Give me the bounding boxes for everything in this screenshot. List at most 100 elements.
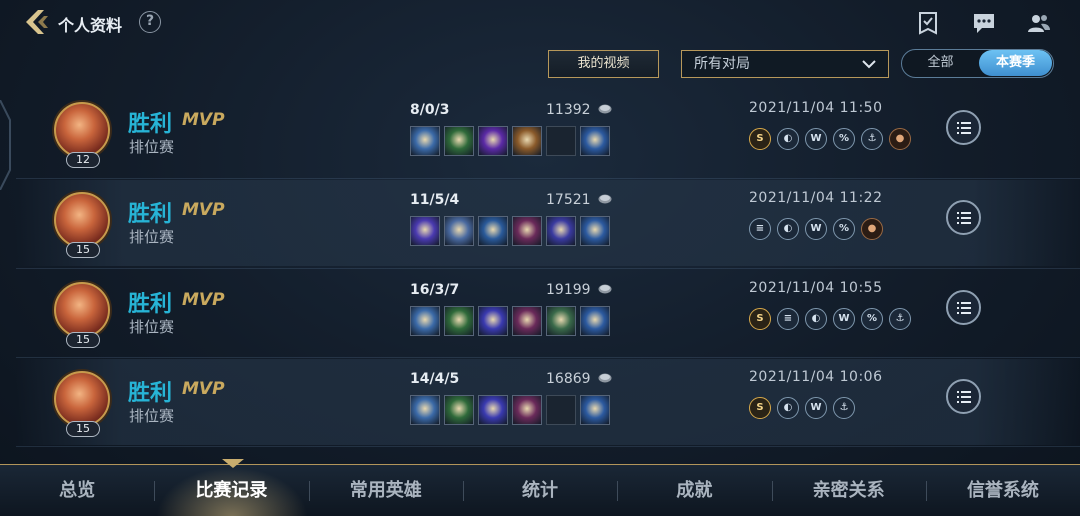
match-time: 2021/11/04 11:50 [749,100,883,116]
achievement-badge-icon: W [833,308,855,330]
achievement-badge-icon: % [833,218,855,240]
hero-level: 15 [66,242,100,258]
achievement-badge-icon: % [861,308,883,330]
tab-2[interactable]: 常用英雄 [309,465,463,516]
gold-amount: 17521 [546,192,591,208]
empty-item-slot [546,395,576,425]
gold-coin-icon [598,284,612,294]
hero-level: 15 [66,421,100,437]
match-mode: 排位赛 [129,407,175,425]
achievement-badge-icon: ◐ [805,308,827,330]
item-slot[interactable] [410,395,440,425]
item-slot[interactable] [512,126,542,156]
my-videos-button[interactable]: 我的视频 [548,50,659,78]
item-slot[interactable] [580,395,610,425]
item-slot[interactable] [410,126,440,156]
match-detail-button[interactable] [946,379,981,414]
achievement-badge-icon: S [749,128,771,150]
item-slot[interactable] [444,126,474,156]
match-mode: 排位赛 [129,138,175,156]
item-slot[interactable] [512,306,542,336]
tab-1[interactable]: 比赛记录 [154,465,308,516]
match-result: 胜利 [128,112,173,137]
hero-avatar[interactable] [54,192,110,248]
match-row[interactable]: 15 胜利 MVP 排位赛 14/4/5 16869 2021/11/04 10… [16,359,1080,445]
item-slot[interactable] [410,306,440,336]
hero-level: 12 [66,152,100,168]
match-detail-button[interactable] [946,110,981,145]
achievement-badge-icon: W [805,397,827,419]
friends-icon[interactable] [1027,11,1051,35]
segment-all[interactable]: 全部 [902,50,979,76]
back-arrow-icon[interactable] [24,8,50,36]
match-type-value: 所有对局 [694,56,750,72]
equipment-items [410,216,620,248]
segment-this-season[interactable]: 本赛季 [979,50,1052,76]
equipment-items [410,306,620,338]
gold-amount: 19199 [546,282,591,298]
item-slot[interactable] [546,306,576,336]
gold-amount: 11392 [546,102,591,118]
match-type-select[interactable]: 所有对局 [681,50,889,78]
tab-5[interactable]: 亲密关系 [772,465,926,516]
match-row[interactable]: 12 胜利 MVP 排位赛 8/0/3 11392 2021/11/04 11:… [16,90,1080,176]
achievement-badge-icon: ⚓ [861,128,883,150]
achievement-badge-icon: ⚓ [889,308,911,330]
item-slot[interactable] [580,216,610,246]
achievement-badge-icon: W [805,128,827,150]
item-slot[interactable] [444,395,474,425]
achievement-badge-icon: ● [861,218,883,240]
gold-coin-icon [598,104,612,114]
item-slot[interactable] [512,216,542,246]
achievement-badge-icon: ≡ [777,308,799,330]
tasks-icon[interactable] [916,11,940,35]
hero-avatar[interactable] [54,102,110,158]
tab-6[interactable]: 信誉系统 [926,465,1080,516]
match-detail-button[interactable] [946,200,981,235]
kda: 16/3/7 [410,282,460,298]
item-slot[interactable] [478,126,508,156]
tab-separator [462,481,464,501]
hero-avatar[interactable] [54,282,110,338]
match-row[interactable]: 15 胜利 MVP 排位赛 16/3/7 19199 2021/11/04 10… [16,270,1080,356]
empty-item-slot [546,126,576,156]
item-slot[interactable] [580,306,610,336]
match-detail-button[interactable] [946,290,981,325]
page-title: 个人资料 [58,16,123,35]
kda: 11/5/4 [410,192,460,208]
tab-3[interactable]: 统计 [463,465,617,516]
hero-avatar[interactable] [54,371,110,427]
match-time: 2021/11/04 11:22 [749,190,883,206]
item-slot[interactable] [444,216,474,246]
match-row[interactable]: 15 胜利 MVP 排位赛 11/5/4 17521 2021/11/04 11… [16,180,1080,266]
bottom-tab-bar: 总览 比赛记录 常用英雄 统计 成就 亲密关系 信誉系统 [0,459,1080,516]
item-slot[interactable] [478,216,508,246]
item-slot[interactable] [580,126,610,156]
item-slot[interactable] [478,306,508,336]
item-slot[interactable] [512,395,542,425]
tab-separator [617,481,619,501]
mvp-label: MVP [182,110,225,130]
side-handle-icon [0,100,11,190]
achievement-badges: S ≡ ◐ W% ⚓ [749,308,949,332]
achievement-badges: S ◐ W% ⚓ ● [749,128,949,152]
item-slot[interactable] [546,216,576,246]
tab-separator [308,481,310,501]
tab-4[interactable]: 成就 [617,465,771,516]
hero-level: 15 [66,332,100,348]
row-divider [16,268,1080,269]
item-slot[interactable] [410,216,440,246]
top-bar: 个人资料 ? [0,0,1080,44]
item-slot[interactable] [444,306,474,336]
item-slot[interactable] [478,395,508,425]
help-button[interactable]: ? [139,11,161,33]
achievement-badge-icon: S [749,397,771,419]
tab-separator [154,481,156,501]
match-time: 2021/11/04 10:55 [749,280,883,296]
achievement-badge-icon: % [833,128,855,150]
achievement-badge-icon: W [805,218,827,240]
equipment-items [410,126,620,158]
chat-icon[interactable] [972,11,996,35]
match-time: 2021/11/04 10:06 [749,369,883,385]
tab-0[interactable]: 总览 [0,465,154,516]
